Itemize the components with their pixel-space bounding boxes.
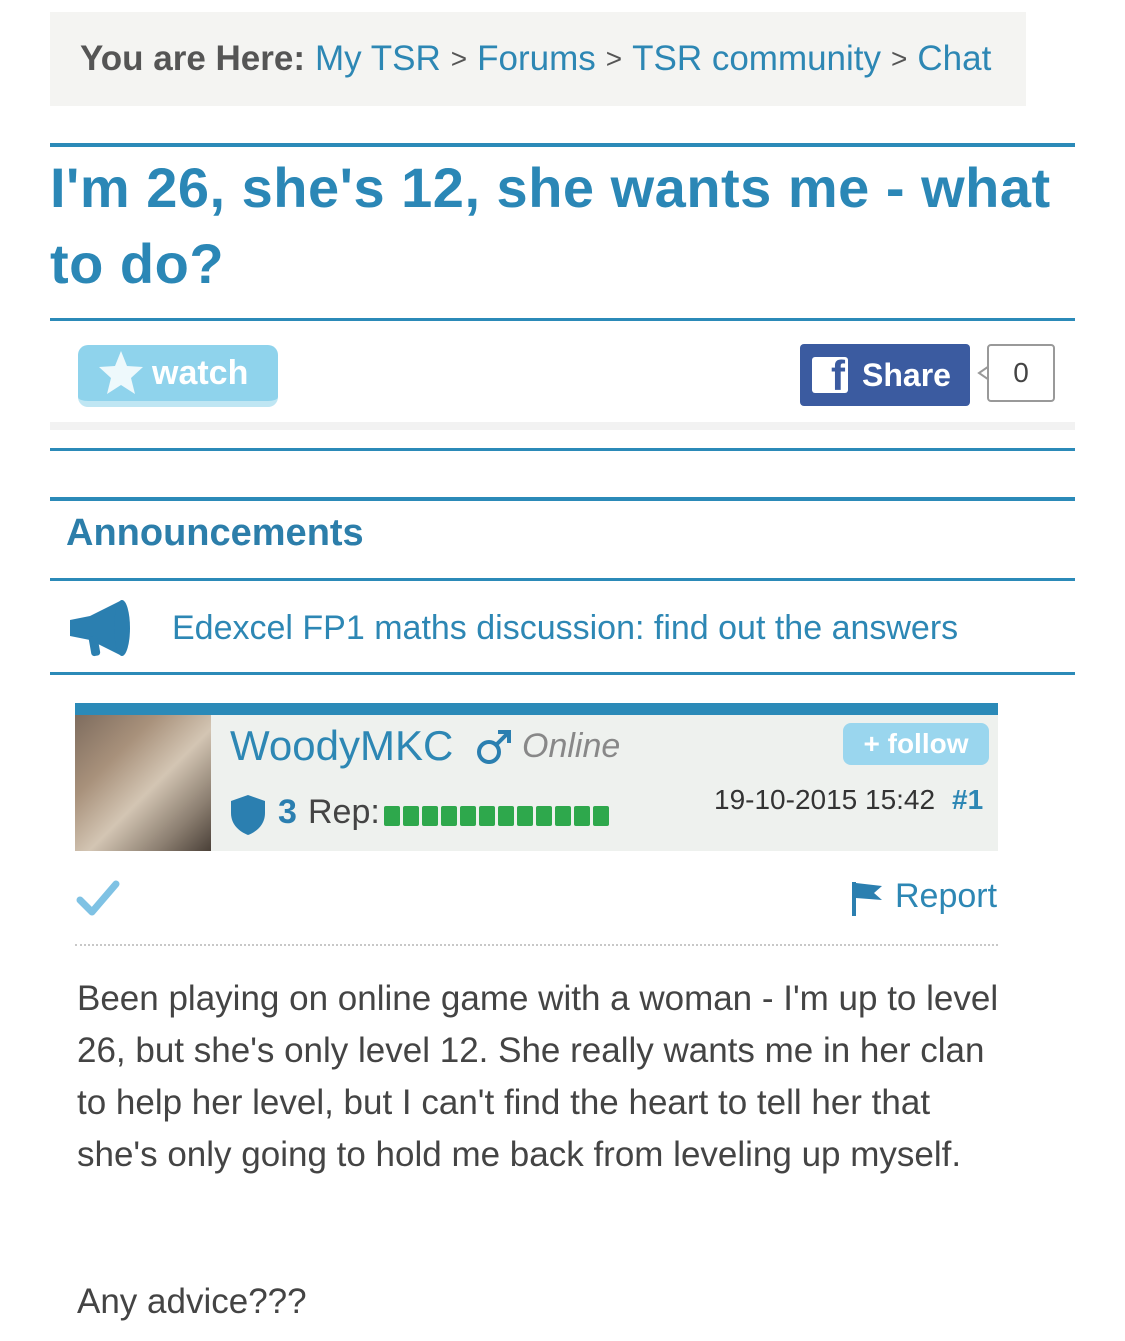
post-number[interactable]: #1	[952, 784, 983, 816]
announcement-item[interactable]: Edexcel FP1 maths discussion: find out t…	[50, 582, 1075, 674]
divider	[75, 944, 998, 946]
follow-button[interactable]: + follow	[843, 723, 989, 765]
breadcrumb-item-tsr-community[interactable]: TSR community	[632, 39, 881, 79]
breadcrumb-item-my-tsr[interactable]: My TSR	[315, 39, 441, 79]
breadcrumb-label: You are Here:	[80, 39, 305, 78]
rep-segment	[593, 806, 609, 826]
rep-bar	[384, 806, 609, 826]
online-status: Online	[522, 727, 621, 765]
male-icon	[477, 730, 511, 764]
title-top-rule	[50, 143, 1075, 147]
share-count: 0	[987, 344, 1055, 402]
share-label: Share	[862, 356, 951, 393]
divider	[50, 672, 1075, 675]
rep-segment	[555, 806, 571, 826]
facebook-share-button[interactable]: f Share	[800, 344, 970, 406]
post-timestamp: 19-10-2015 15:42	[714, 784, 936, 815]
watch-button[interactable]: watch	[78, 345, 278, 407]
username[interactable]: WoodyMKC	[230, 722, 453, 770]
rep-segment	[479, 806, 495, 826]
facebook-icon: f	[812, 357, 848, 393]
breadcrumb-separator: >	[891, 43, 908, 74]
rep-label: Rep:	[308, 793, 380, 831]
report-link[interactable]: Report	[895, 877, 997, 916]
avatar[interactable]	[75, 715, 211, 851]
rep-segment	[403, 806, 419, 826]
announcements-top-rule	[50, 497, 1075, 501]
flag-icon[interactable]	[850, 880, 884, 916]
divider	[50, 422, 1075, 430]
rep-segment	[574, 806, 590, 826]
announcements-heading: Announcements	[66, 512, 364, 554]
rep-segment	[422, 806, 438, 826]
rep-segment	[517, 806, 533, 826]
megaphone-icon	[70, 600, 130, 657]
checkmark-icon[interactable]	[76, 880, 120, 918]
divider	[50, 578, 1075, 581]
rep-segment	[441, 806, 457, 826]
rep-segment	[498, 806, 514, 826]
title-bottom-rule	[50, 318, 1075, 321]
watch-label: watch	[152, 353, 249, 392]
breadcrumb: You are Here: My TSR > Forums > TSR comm…	[50, 12, 1026, 106]
breadcrumb-item-chat[interactable]: Chat	[917, 39, 991, 79]
rep-segment	[536, 806, 552, 826]
breadcrumb-separator: >	[450, 43, 468, 74]
post-body: Been playing on online game with a woman…	[77, 979, 999, 1174]
breadcrumb-item-forums[interactable]: Forums	[477, 39, 596, 79]
post-closing: Any advice???	[77, 1282, 307, 1321]
divider	[50, 448, 1075, 451]
rep-segment	[384, 806, 400, 826]
rep-segment	[460, 806, 476, 826]
star-icon	[99, 351, 143, 394]
shield-icon	[231, 795, 265, 835]
announcement-link[interactable]: Edexcel FP1 maths discussion: find out t…	[172, 609, 958, 648]
rep-count: 3	[278, 793, 297, 831]
thread-title: I'm 26, she's 12, she wants me - what to…	[50, 156, 1051, 295]
breadcrumb-separator: >	[605, 43, 623, 74]
